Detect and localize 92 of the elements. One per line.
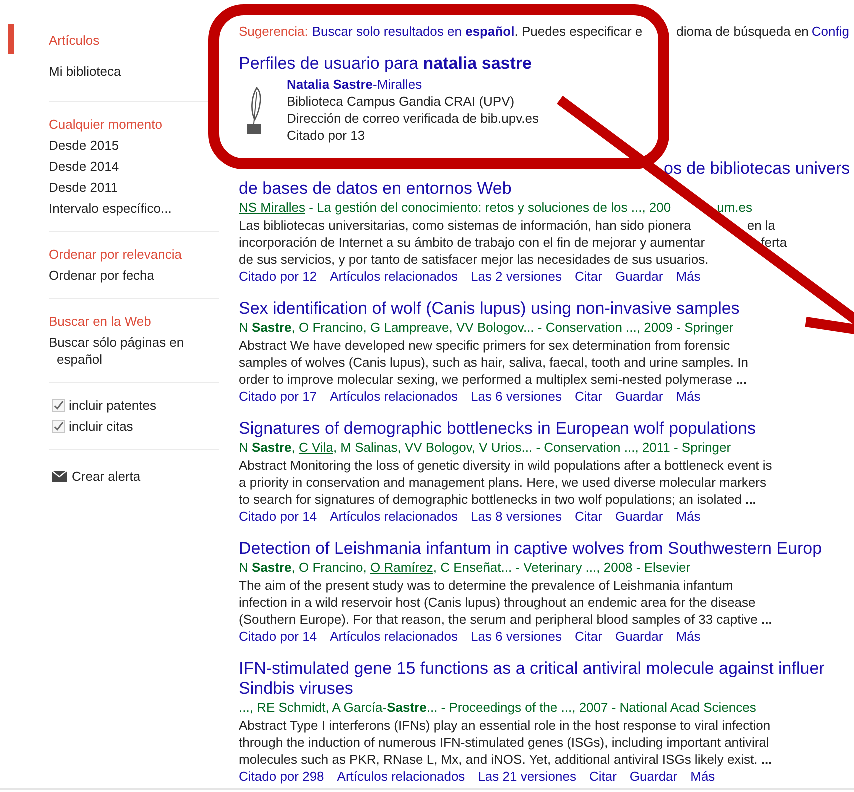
sidebar-item[interactable]: Artículos bbox=[49, 30, 209, 51]
result-title[interactable]: de bases de datos en entornos Web bbox=[239, 179, 850, 199]
snippet-text: de sus servicios, y por tanto de satisfacer mejor las necesidades de sus usuarios. bbox=[239, 251, 709, 268]
result-link[interactable]: Citado por 14 bbox=[239, 628, 318, 645]
profiles-heading[interactable]: Perfiles de usuario para natalia sastre bbox=[239, 54, 850, 74]
result-authors: N Sastre, O Francino, G Lampreave, VV Bologov... - Conservation ..., 2009 - Springer bbox=[239, 319, 734, 337]
snippet-text: Las bibliotecas universitarias, como sistemas de información, han sido pionera bbox=[239, 217, 692, 234]
snippet-text: incorporación de Internet a su ámbito de trabajo con el fin de mejorar y aumentar bbox=[239, 234, 706, 251]
sidebar-item[interactable]: Ordenar por fecha bbox=[49, 265, 209, 286]
result-link[interactable]: Artículos relacionados bbox=[330, 388, 458, 405]
result-authors: N Sastre, O Francino, bbox=[239, 559, 368, 577]
create-alert-link[interactable]: Crear alerta bbox=[72, 467, 141, 486]
profile-detail: Citado por 13 bbox=[287, 127, 366, 144]
snippet-text: molecules such as PKR, RNase L, Mx, and iNOS. Yet, additional antiviral ISGs likely exist. ... bbox=[239, 751, 772, 768]
result-link[interactable]: Guardar bbox=[615, 508, 664, 525]
snippet-text: a priority in conservation and management plans. Here, we used diverse molecular markers bbox=[239, 474, 766, 491]
author-link[interactable]: NS Miralles bbox=[239, 199, 306, 217]
checkbox-label: incluir patentes bbox=[69, 396, 156, 415]
snippet-text: Abstract We have developed new specific primers for sex determination from forensic bbox=[239, 337, 730, 354]
snippet-text: through the induction of numerous IFN-stimulated genes (ISGs), including important antiviral bbox=[239, 734, 770, 751]
result-link[interactable]: Más bbox=[676, 268, 701, 285]
sidebar-item[interactable]: Desde 2011 bbox=[49, 177, 209, 198]
snippet-text: Abstract Type I interferons (IFNs) play an essential role in the host response to viral infection bbox=[239, 717, 771, 734]
sidebar-item[interactable]: Intervalo específico... bbox=[49, 198, 209, 219]
sidebar-item[interactable]: Buscar en la Web bbox=[49, 311, 209, 332]
result-link[interactable]: Citado por 12 bbox=[239, 268, 318, 285]
result-authors: , C Enseñat... - Veterinary ..., 2008 - Elsevier bbox=[433, 559, 691, 577]
result-authors: - La gestión del conocimiento: retos y soluciones de los ..., 200 bbox=[308, 199, 672, 217]
result-title[interactable]: Detection of Leishmania infantum in captive wolves from Southwestern Europ bbox=[239, 539, 850, 559]
result-link[interactable]: Más bbox=[690, 768, 716, 785]
suggestion-text: dioma de búsqueda en bbox=[676, 23, 809, 41]
snippet-text: The aim of the present study was to determine the prevalence of Leishmania infantum bbox=[239, 577, 734, 594]
suggestion-text: . Puedes especificar e bbox=[514, 23, 643, 41]
result-link[interactable]: Guardar bbox=[615, 388, 664, 405]
result-title[interactable]: Sindbis viruses bbox=[239, 679, 850, 699]
snippet-text: samples of wolves (Canis lupus), such as hair, saliva, faecal, tooth and urine samples. In bbox=[239, 354, 748, 371]
result-link[interactable]: Las 6 versiones bbox=[470, 628, 562, 645]
sidebar-item[interactable]: Desde 2015 bbox=[49, 135, 209, 156]
result-link[interactable]: Las 2 versiones bbox=[470, 268, 562, 285]
result-link[interactable]: Las 21 versiones bbox=[478, 768, 576, 785]
result-title[interactable]: Sex identification of wolf (Canis lupus) using non-invasive samples bbox=[239, 299, 850, 319]
result-authors: ..., RE Schmidt, A García-Sastre... - Proceedings of the ..., 2007 - National Acad Sciences bbox=[239, 699, 756, 717]
result-authors: N Sastre, bbox=[239, 439, 296, 457]
envelope-icon bbox=[52, 471, 67, 482]
snippet-text: infection in a wild reservoir host (Canis lupus) throughout an endemic area for the disease bbox=[239, 594, 756, 611]
snippet-text: (Southern Europe). For that reason, the serum and peripheral blood samples of 33 captive ... bbox=[239, 611, 772, 628]
result-link[interactable]: Artículos relacionados bbox=[330, 508, 458, 525]
suggestion-link[interactable]: Buscar solo resultados en español bbox=[312, 23, 515, 41]
snippet-text: to search for signatures of demographic bottlenecks in two wolf populations; an isolated ... bbox=[239, 491, 756, 508]
sidebar-item[interactable]: Cualquier momento bbox=[49, 114, 209, 135]
result-source: um.es bbox=[717, 199, 753, 217]
snippet-text: order to improve molecular sexing, we performed a multiplex semi-nested polymerase ... bbox=[239, 371, 747, 388]
result-link[interactable]: Citar bbox=[575, 508, 602, 525]
checkbox[interactable] bbox=[52, 399, 65, 412]
sidebar-item[interactable]: Buscar sólo páginas en español bbox=[49, 332, 209, 370]
checkbox[interactable] bbox=[52, 420, 65, 433]
settings-link[interactable]: Config bbox=[812, 23, 850, 41]
suggestion-label: Sugerencia: bbox=[239, 23, 308, 41]
profile-detail: Biblioteca Campus Gandia CRAI (UPV) bbox=[287, 93, 516, 110]
result-link[interactable]: Citar bbox=[589, 768, 617, 785]
result-link[interactable]: Guardar bbox=[630, 768, 678, 785]
profile-detail: Dirección de correo verificada de bib.upv.es bbox=[287, 110, 539, 127]
profile-name[interactable]: Natalia Sastre-Miralles bbox=[287, 76, 539, 93]
snippet-text: ferta bbox=[761, 234, 788, 251]
author-link[interactable]: O Ramírez bbox=[370, 559, 434, 577]
result-link[interactable]: Guardar bbox=[615, 268, 664, 285]
author-link[interactable]: C Vila bbox=[298, 439, 334, 457]
sidebar-item[interactable]: Mi biblioteca bbox=[49, 61, 209, 82]
result-title[interactable]: os de bibliotecas univers bbox=[239, 159, 850, 179]
result-link[interactable]: Las 8 versiones bbox=[470, 508, 562, 525]
snippet-text: Abstract Monitoring the loss of genetic diversity in wild populations after a bottleneck event is bbox=[239, 457, 772, 474]
result-link[interactable]: Citar bbox=[575, 628, 602, 645]
result-title[interactable]: Signatures of demographic bottlenecks in European wolf populations bbox=[239, 419, 850, 439]
result-link[interactable]: Citar bbox=[575, 388, 602, 405]
result-link[interactable]: Más bbox=[676, 508, 701, 525]
checkbox-label: incluir citas bbox=[69, 418, 134, 436]
result-link[interactable]: Artículos relacionados bbox=[330, 628, 458, 645]
result-link[interactable]: Artículos relacionados bbox=[330, 268, 458, 285]
sidebar-item[interactable]: Ordenar por relevancia bbox=[49, 244, 209, 265]
sidebar-item[interactable]: Desde 2014 bbox=[49, 156, 209, 177]
result-link[interactable]: Artículos relacionados bbox=[337, 768, 466, 785]
result-link[interactable]: Guardar bbox=[615, 628, 664, 645]
result-link[interactable]: Citar bbox=[575, 268, 602, 285]
result-authors: , M Salinas, VV Bologov, V Urios... - Conservation ..., 2011 - Springer bbox=[333, 439, 732, 457]
result-link[interactable]: Citado por 298 bbox=[239, 768, 324, 785]
result-link[interactable]: Citado por 17 bbox=[239, 388, 318, 405]
result-title[interactable]: IFN-stimulated gene 15 functions as a critical antiviral molecule against influer bbox=[239, 659, 850, 679]
result-link[interactable]: Más bbox=[676, 628, 701, 645]
result-link[interactable]: Más bbox=[676, 388, 701, 405]
result-link[interactable]: Citado por 14 bbox=[239, 508, 318, 525]
snippet-text: en la bbox=[747, 217, 776, 234]
result-link[interactable]: Las 6 versiones bbox=[470, 388, 562, 405]
